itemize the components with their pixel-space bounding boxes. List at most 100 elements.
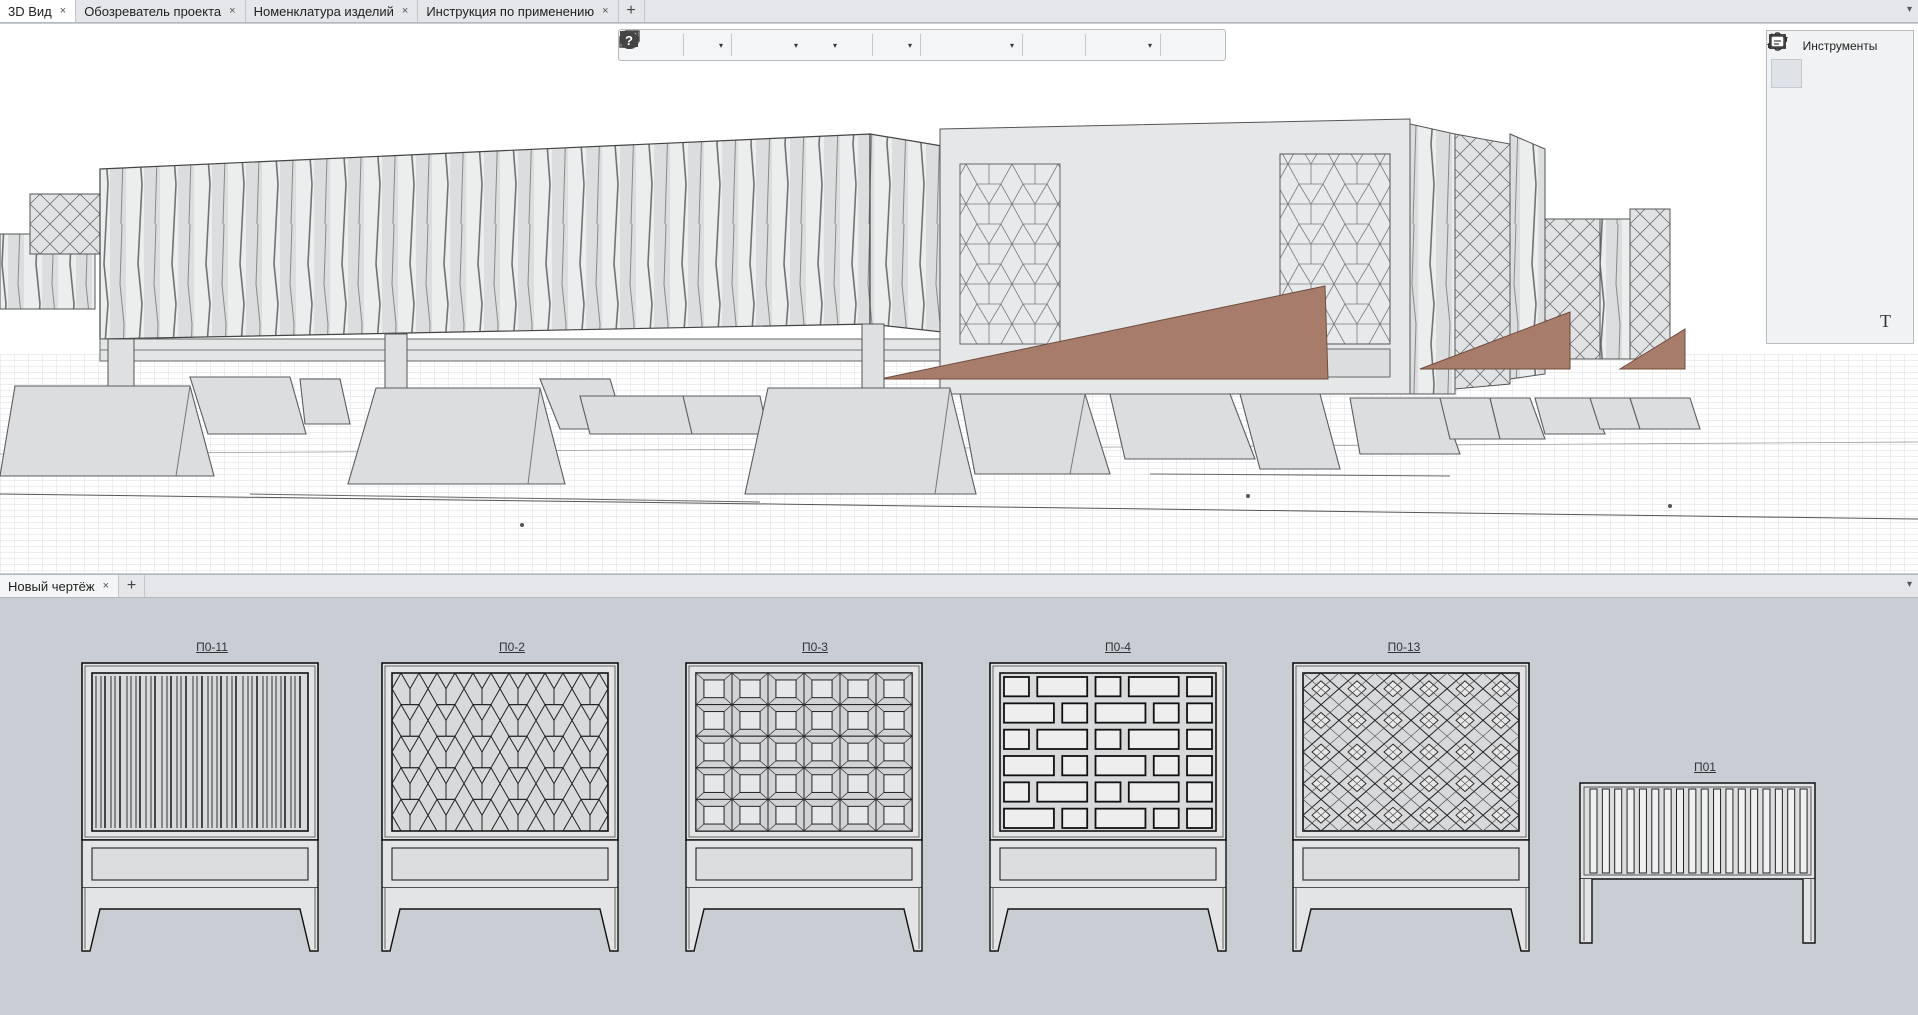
document-tab-bar: 3D Вид × Обозреватель проекта × Номенкла… bbox=[0, 0, 1918, 23]
duct-icon[interactable] bbox=[1770, 35, 1901, 243]
line-icon[interactable] bbox=[1770, 34, 1835, 181]
slab-hatched-icon[interactable] bbox=[1767, 37, 1835, 119]
dimension-icon[interactable] bbox=[1770, 35, 1802, 336]
hatch-icon-glyph bbox=[1770, 35, 1785, 48]
furniture-icon[interactable] bbox=[1770, 35, 1868, 181]
properties-icon[interactable] bbox=[620, 31, 1081, 58]
text-style-icon[interactable] bbox=[620, 31, 1054, 58]
toolbar-divider bbox=[920, 34, 921, 56]
tab-label: 3D Вид bbox=[8, 3, 52, 19]
toolbar-divider bbox=[1022, 34, 1023, 56]
view-cube-icon[interactable] bbox=[621, 31, 715, 58]
fitting-icon[interactable] bbox=[1770, 35, 1901, 212]
render-icon[interactable] bbox=[621, 31, 904, 58]
hatch-icon[interactable] bbox=[1770, 35, 1868, 336]
close-icon[interactable]: × bbox=[60, 5, 66, 17]
switch-icon[interactable] bbox=[1770, 35, 1901, 305]
lamp-icon[interactable] bbox=[1770, 34, 1835, 274]
mesh-icon[interactable] bbox=[1770, 35, 1835, 305]
drawing-tab-menu-chevron-icon[interactable]: ▾ bbox=[1907, 579, 1912, 590]
stair-icon[interactable] bbox=[1767, 37, 1802, 150]
redo-icon[interactable] bbox=[622, 32, 679, 58]
text-tool-icon[interactable]: T bbox=[1870, 307, 1901, 336]
close-icon[interactable]: × bbox=[103, 580, 109, 592]
column-icon[interactable] bbox=[1774, 32, 1901, 88]
open-folder-icon[interactable] bbox=[620, 32, 763, 58]
panel-drawing[interactable] bbox=[1579, 782, 1816, 944]
drawing-tab-bar: Новый чертёж × + ▾ bbox=[0, 574, 1918, 598]
3d-scene bbox=[0, 118, 1918, 573]
export-icon[interactable] bbox=[621, 32, 829, 58]
rectangle-icon[interactable] bbox=[1769, 34, 1868, 88]
beam-icon[interactable] bbox=[1767, 37, 1901, 119]
tab-label: Номенклатура изделий bbox=[253, 3, 394, 19]
svg-text:?: ? bbox=[625, 33, 633, 48]
tools-grid: T bbox=[1767, 32, 1913, 338]
tab-label: Новый чертёж bbox=[8, 578, 95, 594]
tab-instructions[interactable]: Инструкция по применению × bbox=[418, 0, 619, 22]
toolbar-divider bbox=[731, 34, 732, 56]
views-icon[interactable] bbox=[619, 30, 1144, 58]
export-dropdown-icon[interactable]: ▾ bbox=[829, 32, 841, 58]
shape-tools-icon[interactable] bbox=[1770, 34, 1835, 88]
text-tool-glyph: T bbox=[1880, 311, 1891, 331]
layers-icon[interactable] bbox=[619, 32, 1117, 58]
close-icon[interactable]: × bbox=[229, 5, 235, 17]
outlet-icon[interactable] bbox=[1770, 35, 1868, 305]
toolbar-divider bbox=[872, 34, 873, 56]
fixture-icon[interactable] bbox=[1770, 35, 1802, 212]
toolbar-divider bbox=[1085, 34, 1086, 56]
roof-icon[interactable] bbox=[1767, 37, 1868, 119]
save-dropdown-icon[interactable]: ▾ bbox=[790, 32, 802, 58]
copy-icon[interactable] bbox=[620, 31, 979, 58]
panel-drawing[interactable] bbox=[1292, 662, 1530, 952]
tab-new-drawing[interactable]: Новый чертёж × bbox=[0, 575, 120, 597]
select-arrow-icon[interactable] bbox=[1771, 32, 1802, 88]
tab-project-browser[interactable]: Обозреватель проекта × bbox=[76, 0, 246, 22]
panel-drawing[interactable] bbox=[685, 662, 923, 952]
fan-icon[interactable] bbox=[1770, 34, 1868, 212]
help-icon[interactable]: ? bbox=[620, 31, 1219, 58]
camera-icon[interactable] bbox=[1770, 34, 1901, 274]
tab-label: Инструкция по применению bbox=[426, 3, 595, 19]
cable-icon[interactable] bbox=[1770, 35, 1868, 274]
render-dropdown-icon[interactable]: ▾ bbox=[904, 32, 916, 58]
views-dropdown-icon[interactable]: ▾ bbox=[1144, 32, 1156, 58]
boiler-icon[interactable] bbox=[1770, 34, 1835, 243]
view-cube-dropdown-icon[interactable]: ▾ bbox=[715, 32, 727, 58]
tab-product-nomenclature[interactable]: Номенклатура изделий × bbox=[246, 0, 419, 22]
panel-drawing[interactable] bbox=[989, 662, 1227, 952]
cut-icon[interactable] bbox=[620, 30, 952, 58]
valve-icon[interactable] bbox=[1770, 34, 1802, 243]
tools-panel: Инструменты T bbox=[1766, 30, 1914, 344]
equipment-icon[interactable] bbox=[1770, 35, 1835, 212]
pump-icon[interactable] bbox=[1770, 34, 1868, 243]
print-icon[interactable] bbox=[620, 31, 868, 58]
railing-icon[interactable] bbox=[1770, 35, 1802, 181]
3d-viewport[interactable]: ▾ ▾ ▾ ▾ ▾ ▾ ? Инструменты T bbox=[0, 24, 1918, 573]
drawing-canvas[interactable]: П0-11 П0-2 П0-3 П0-4 П0-13 П01 bbox=[0, 598, 1918, 1015]
slab-icon[interactable] bbox=[1767, 37, 1802, 119]
close-icon[interactable]: × bbox=[402, 5, 408, 17]
toolbar-divider bbox=[683, 34, 684, 56]
sprinkler-icon[interactable] bbox=[1770, 34, 1802, 274]
paste-icon[interactable] bbox=[622, 30, 1006, 58]
tab-3d-view[interactable]: 3D Вид × bbox=[0, 0, 77, 22]
ramp-icon[interactable] bbox=[1767, 37, 1835, 150]
tab-menu-chevron-icon[interactable]: ▾ bbox=[1907, 4, 1912, 15]
save-icon[interactable] bbox=[621, 32, 790, 58]
close-icon[interactable]: × bbox=[602, 5, 608, 17]
window-icon[interactable] bbox=[1770, 35, 1901, 150]
add-drawing-tab-button[interactable]: + bbox=[119, 575, 146, 597]
curve-icon[interactable] bbox=[1770, 35, 1835, 336]
main-toolbar: ▾ ▾ ▾ ▾ ▾ ▾ ? bbox=[618, 29, 1226, 61]
pipe-icon[interactable] bbox=[1770, 35, 1901, 181]
add-tab-button[interactable]: + bbox=[619, 0, 645, 22]
settings-wrench-icon[interactable] bbox=[620, 31, 1192, 58]
panel-drawing[interactable] bbox=[381, 662, 619, 952]
panel-icon[interactable] bbox=[1770, 35, 1802, 305]
paste-dropdown-icon[interactable]: ▾ bbox=[1006, 32, 1018, 58]
panel-drawing[interactable] bbox=[81, 662, 319, 952]
drawing-panels bbox=[81, 662, 1816, 952]
door-icon[interactable] bbox=[1770, 35, 1868, 150]
